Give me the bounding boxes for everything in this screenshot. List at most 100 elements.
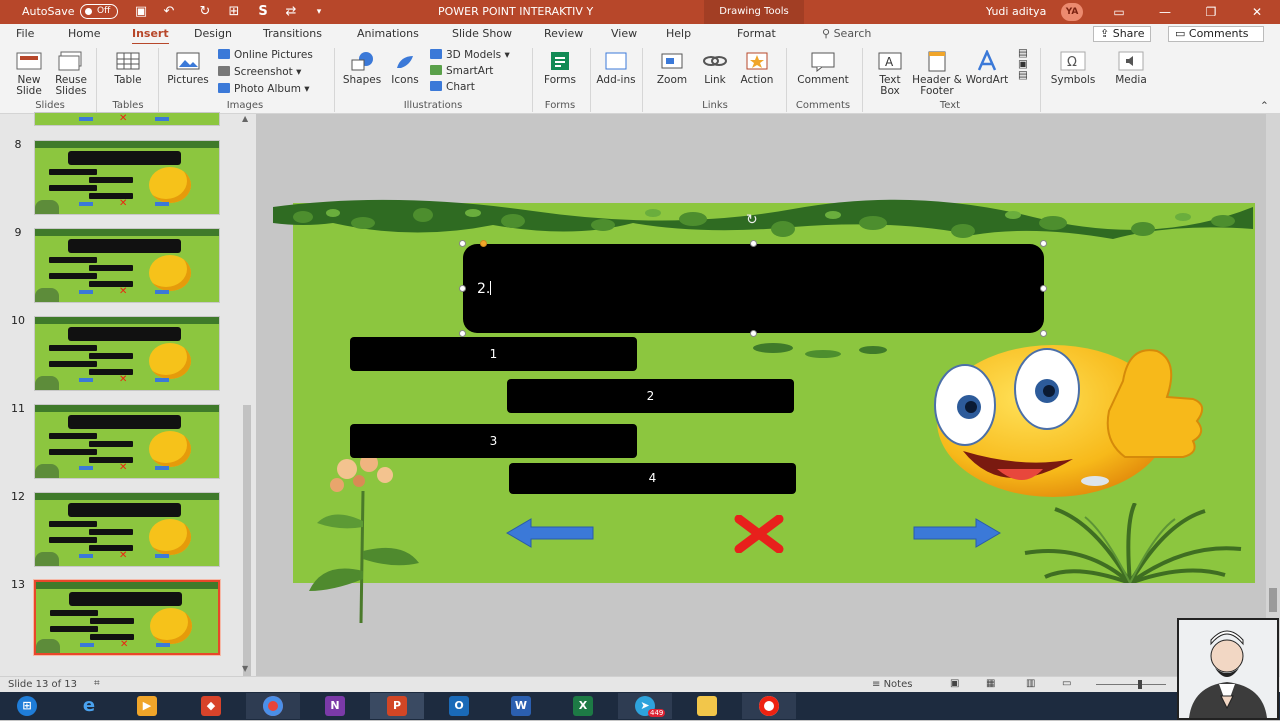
user-name[interactable]: Yudi aditya (986, 5, 1046, 18)
slide-sorter-icon[interactable]: ▦ (986, 678, 995, 689)
icons-button[interactable]: Icons (386, 50, 424, 86)
resize-handle[interactable] (1040, 330, 1047, 337)
resize-handle[interactable] (750, 330, 757, 337)
zoom-slider[interactable] (1096, 684, 1166, 685)
comment-button[interactable]: Comment (792, 50, 854, 86)
zoom-slider-thumb[interactable] (1138, 680, 1142, 689)
touch-mode-icon[interactable]: ⇄ (282, 3, 300, 21)
tab-design[interactable]: Design (194, 27, 232, 40)
search-box[interactable]: ⚲ Search (822, 27, 871, 40)
tab-slide-show[interactable]: Slide Show (452, 27, 512, 40)
thumbnail-scrollbar[interactable]: ▲ ▼ (240, 114, 254, 676)
taskbar-excel[interactable]: X (556, 693, 610, 719)
date-time-icon[interactable]: ▤ ▣ ▤ (1014, 48, 1032, 81)
tab-home[interactable]: Home (68, 27, 100, 40)
wordart-button[interactable]: WordArt (964, 50, 1010, 86)
action-button[interactable]: Action (736, 50, 778, 86)
pictures-button[interactable]: Pictures (166, 50, 210, 86)
symbols-button[interactable]: Ω Symbols (1046, 50, 1100, 86)
slideshow-view-icon[interactable]: ▭ (1062, 678, 1071, 689)
add-ins-button[interactable]: Add-ins (596, 50, 636, 86)
resize-handle[interactable] (459, 285, 466, 292)
restore-icon[interactable]: ❐ (1188, 0, 1234, 24)
undo-icon[interactable]: ↶ (160, 3, 178, 21)
comments-button[interactable]: ▭ Comments (1168, 26, 1264, 42)
taskbar-app[interactable]: ◆ (184, 693, 238, 719)
slide-thumbnail-selected[interactable]: ✕ (33, 579, 221, 656)
accessibility-icon[interactable]: ⌗ (94, 678, 100, 689)
header-footer-button[interactable]: Header & Footer (912, 50, 962, 97)
taskbar-chrome[interactable] (246, 693, 300, 719)
scrollbar-thumb[interactable] (243, 405, 251, 676)
rotate-handle-icon[interactable]: ↻ (746, 212, 758, 228)
slide-thumbnail-7-partial[interactable]: ✕ (34, 112, 220, 126)
photo-album-button[interactable]: Photo Album ▾ (218, 83, 310, 95)
start-button[interactable]: ⊞ (0, 693, 54, 719)
link-button[interactable]: Link (696, 50, 734, 86)
resize-handle[interactable] (1040, 285, 1047, 292)
avatar[interactable]: YA (1061, 3, 1083, 21)
tab-format[interactable]: Format (737, 27, 776, 40)
taskbar-word[interactable]: W (494, 693, 548, 719)
back-arrow-icon[interactable] (505, 517, 595, 549)
taskbar-explorer[interactable] (680, 693, 734, 719)
table-button[interactable]: Table (108, 50, 148, 86)
canvas-scrollbar[interactable] (1266, 114, 1280, 676)
s-icon[interactable]: S (254, 3, 272, 21)
customize-qat-icon[interactable]: ▾ (310, 3, 328, 21)
media-button[interactable]: Media (1106, 50, 1156, 86)
notes-button[interactable]: ≡ Notes (872, 679, 912, 690)
answer-option-2[interactable]: 2 (507, 379, 794, 413)
reading-view-icon[interactable]: ▥ (1026, 678, 1035, 689)
tab-animations[interactable]: Animations (357, 27, 419, 40)
slide-thumbnail[interactable]: ✕ (34, 316, 220, 391)
3d-models-button[interactable]: 3D Models ▾ (430, 49, 510, 61)
close-x-icon[interactable] (733, 515, 785, 553)
resize-handle[interactable] (459, 240, 466, 247)
taskbar-media[interactable]: ▶ (120, 693, 174, 719)
tab-file[interactable]: File (16, 27, 34, 40)
new-slide-button[interactable]: New Slide (8, 50, 50, 97)
share-button[interactable]: ⇪ Share (1093, 26, 1152, 42)
taskbar-telegram[interactable]: ➤ 449 (618, 693, 672, 719)
question-text-box[interactable]: 2. (463, 244, 1044, 333)
resize-handle[interactable] (1040, 240, 1047, 247)
text-box-button[interactable]: A Text Box (868, 50, 912, 97)
slide-thumbnail[interactable]: ✕ (34, 404, 220, 479)
smartart-button[interactable]: SmartArt (430, 65, 493, 77)
answer-option-1[interactable]: 1 (350, 337, 637, 371)
collapse-ribbon-icon[interactable]: ⌃ (1260, 100, 1269, 112)
answer-option-4[interactable]: 4 (509, 463, 796, 494)
taskbar-recorder[interactable] (742, 693, 796, 719)
answer-option-3[interactable]: 3 (350, 424, 637, 458)
minimize-icon[interactable]: — (1142, 0, 1188, 24)
canvas-scrollbar-thumb[interactable] (1269, 588, 1277, 612)
taskbar-powerpoint[interactable]: P (370, 693, 424, 719)
tab-review[interactable]: Review (544, 27, 583, 40)
taskbar-onenote[interactable]: N (308, 693, 362, 719)
forms-button[interactable]: Forms (538, 50, 582, 86)
adjust-handle[interactable] (480, 240, 487, 247)
chart-button[interactable]: Chart (430, 81, 475, 93)
slide-thumbnail[interactable]: ✕ (34, 492, 220, 567)
save-icon[interactable]: ▣ (132, 3, 150, 21)
online-pictures-button[interactable]: Online Pictures (218, 49, 313, 61)
tab-transitions[interactable]: Transitions (263, 27, 322, 40)
shapes-button[interactable]: Shapes (340, 50, 384, 86)
zoom-button[interactable]: Zoom (650, 50, 694, 86)
resize-handle[interactable] (750, 240, 757, 247)
resize-handle[interactable] (459, 330, 466, 337)
next-arrow-icon[interactable] (912, 517, 1002, 549)
slide-thumbnail[interactable]: ✕ (34, 228, 220, 303)
taskbar-ie[interactable]: e (62, 693, 116, 719)
close-icon[interactable]: ✕ (1234, 0, 1280, 24)
present-icon[interactable]: ⊞ (225, 3, 243, 21)
tab-view[interactable]: View (611, 27, 637, 40)
redo-icon[interactable]: ↻ (196, 3, 214, 21)
screenshot-button[interactable]: Screenshot ▾ (218, 66, 301, 78)
autosave-toggle[interactable]: Off (80, 4, 118, 19)
tab-help[interactable]: Help (666, 27, 691, 40)
ribbon-display-icon[interactable]: ▭ (1096, 0, 1142, 24)
normal-view-icon[interactable]: ▣ (950, 678, 959, 689)
taskbar-outlook[interactable]: O (432, 693, 486, 719)
